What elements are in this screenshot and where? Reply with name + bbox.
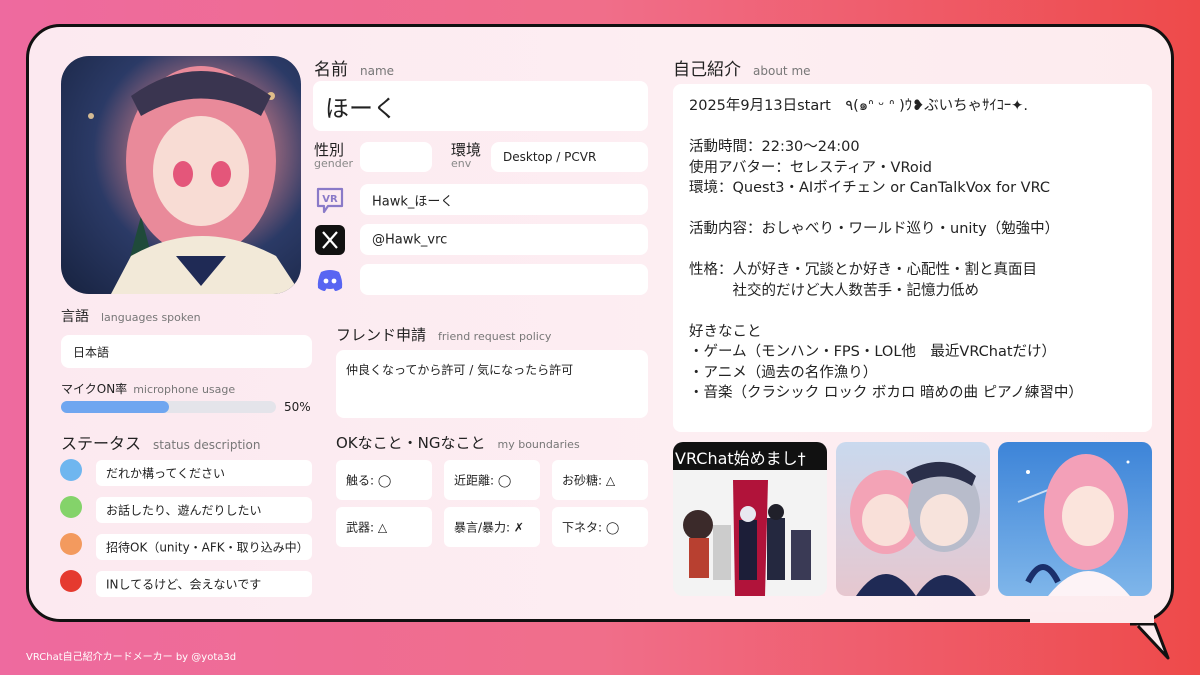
photo-2 [836,442,990,596]
mic-usage-fill [61,401,169,413]
about-line: 好きなこと [689,323,762,340]
status-dot-green [60,496,82,518]
photo-3 [998,442,1152,596]
about-line: 性格：人が好き・冗談とか好き・心配性・割と真面目 [689,262,1037,278]
env-field[interactable]: Desktop / PCVR [491,142,648,172]
discord-icon [314,264,346,296]
about-text: 2025年9月13日start ٩(๑ᐢ ᵕ ᐢ )ｳ❥ぶいちゃｻｲｺｰ✦. 活動… [689,96,1136,404]
status-item-orange: 招待OK（unity・AFK・取り込み中） [96,534,312,560]
friend-request-field[interactable]: 仲良くなってから許可 / 気になったら許可 [336,350,648,418]
about-line [689,199,1136,220]
name-value: ほーく [325,94,397,123]
about-line: ・アニメ（過去の名作漁り） [689,364,878,381]
languages-field[interactable]: 日本語 [61,335,312,368]
boundary-item: お砂糖: △ [552,460,648,500]
about-line: ・ゲーム（モンハン・FPS・LOL他 最近VRChatだけ） [689,344,1057,360]
about-line: 活動時間：22:30〜24:00 [689,139,860,155]
gender-field[interactable] [360,142,432,172]
status-dot-orange [60,533,82,555]
status-item-green: お話したり、遊んだりしたい [96,497,312,523]
status-item-blue: だれか構ってください [96,460,312,486]
photo-1: VRChat始めまし† [673,442,827,596]
about-label: 自己紹介 about me [673,60,811,80]
about-text-area[interactable]: 2025年9月13日start ٩(๑ᐢ ᵕ ᐢ )ｳ❥ぶいちゃｻｲｺｰ✦. 活動… [673,84,1152,432]
name-field[interactable]: ほーく [313,81,648,131]
mic-label: マイクON率 microphone usage [61,382,236,396]
x-handle-field[interactable]: @Hawk_vrc [360,224,648,255]
vrchat-id-field[interactable]: Hawk_ほーく [360,184,648,215]
svg-text:VR: VR [322,194,338,205]
about-line: 活動内容：おしゃべり・ワールド巡り・unity（勉強中） [689,221,1060,237]
about-line: 環境：Quest3・AIボイチェン or CanTalkVox for VRC [689,180,1051,196]
boundary-item: 触る: ◯ [336,460,432,500]
name-label: 名前 name [314,60,395,80]
vrchat-icon: VR [314,184,346,216]
status-item-red: INしてるけど、会えないです [96,571,312,597]
about-line: 使用アバター：セレスティア・VRoid [689,159,932,176]
about-line [689,117,1136,138]
about-line: 社交的だけど大人数苦手・記憶力低め [689,282,979,299]
boundary-item: 近距離: ◯ [444,460,540,500]
x-icon [314,224,346,256]
avatar-photo [61,56,301,294]
languages-label: 言語 languages spoken [61,309,201,325]
boundary-item: 暴言/暴力: ✗ [444,507,540,547]
about-line: 2025年9月13日start ٩(๑ᐢ ᵕ ᐢ )ｳ❥ぶいちゃｻｲｺｰ✦. [689,98,1028,114]
boundaries-label: OKなこと・NGなこと my boundaries [336,434,580,452]
gender-label: 性別 gender [314,141,353,170]
status-label: ステータス status description [61,434,261,453]
status-dot-blue [60,459,82,481]
about-line [689,301,1136,322]
about-line [689,240,1136,261]
discord-id-field[interactable] [360,264,648,295]
status-dot-red [60,570,82,592]
photo-1-caption: VRChat始めまし† [675,449,806,468]
boundary-item: 武器: △ [336,507,432,547]
mic-usage-track [61,401,276,413]
about-line: ・音楽（クラシック ロック ボカロ 暗めの曲 ピアノ練習中） [689,385,1083,401]
mic-usage-percent: 50% [284,400,311,414]
footer-credit: VRChat自己紹介カードメーカー by @yota3d [26,652,237,663]
friend-request-label: フレンド申請 friend request policy [336,326,552,344]
env-label: 環境 env [451,141,482,170]
boundary-item: 下ネタ: ◯ [552,507,648,547]
